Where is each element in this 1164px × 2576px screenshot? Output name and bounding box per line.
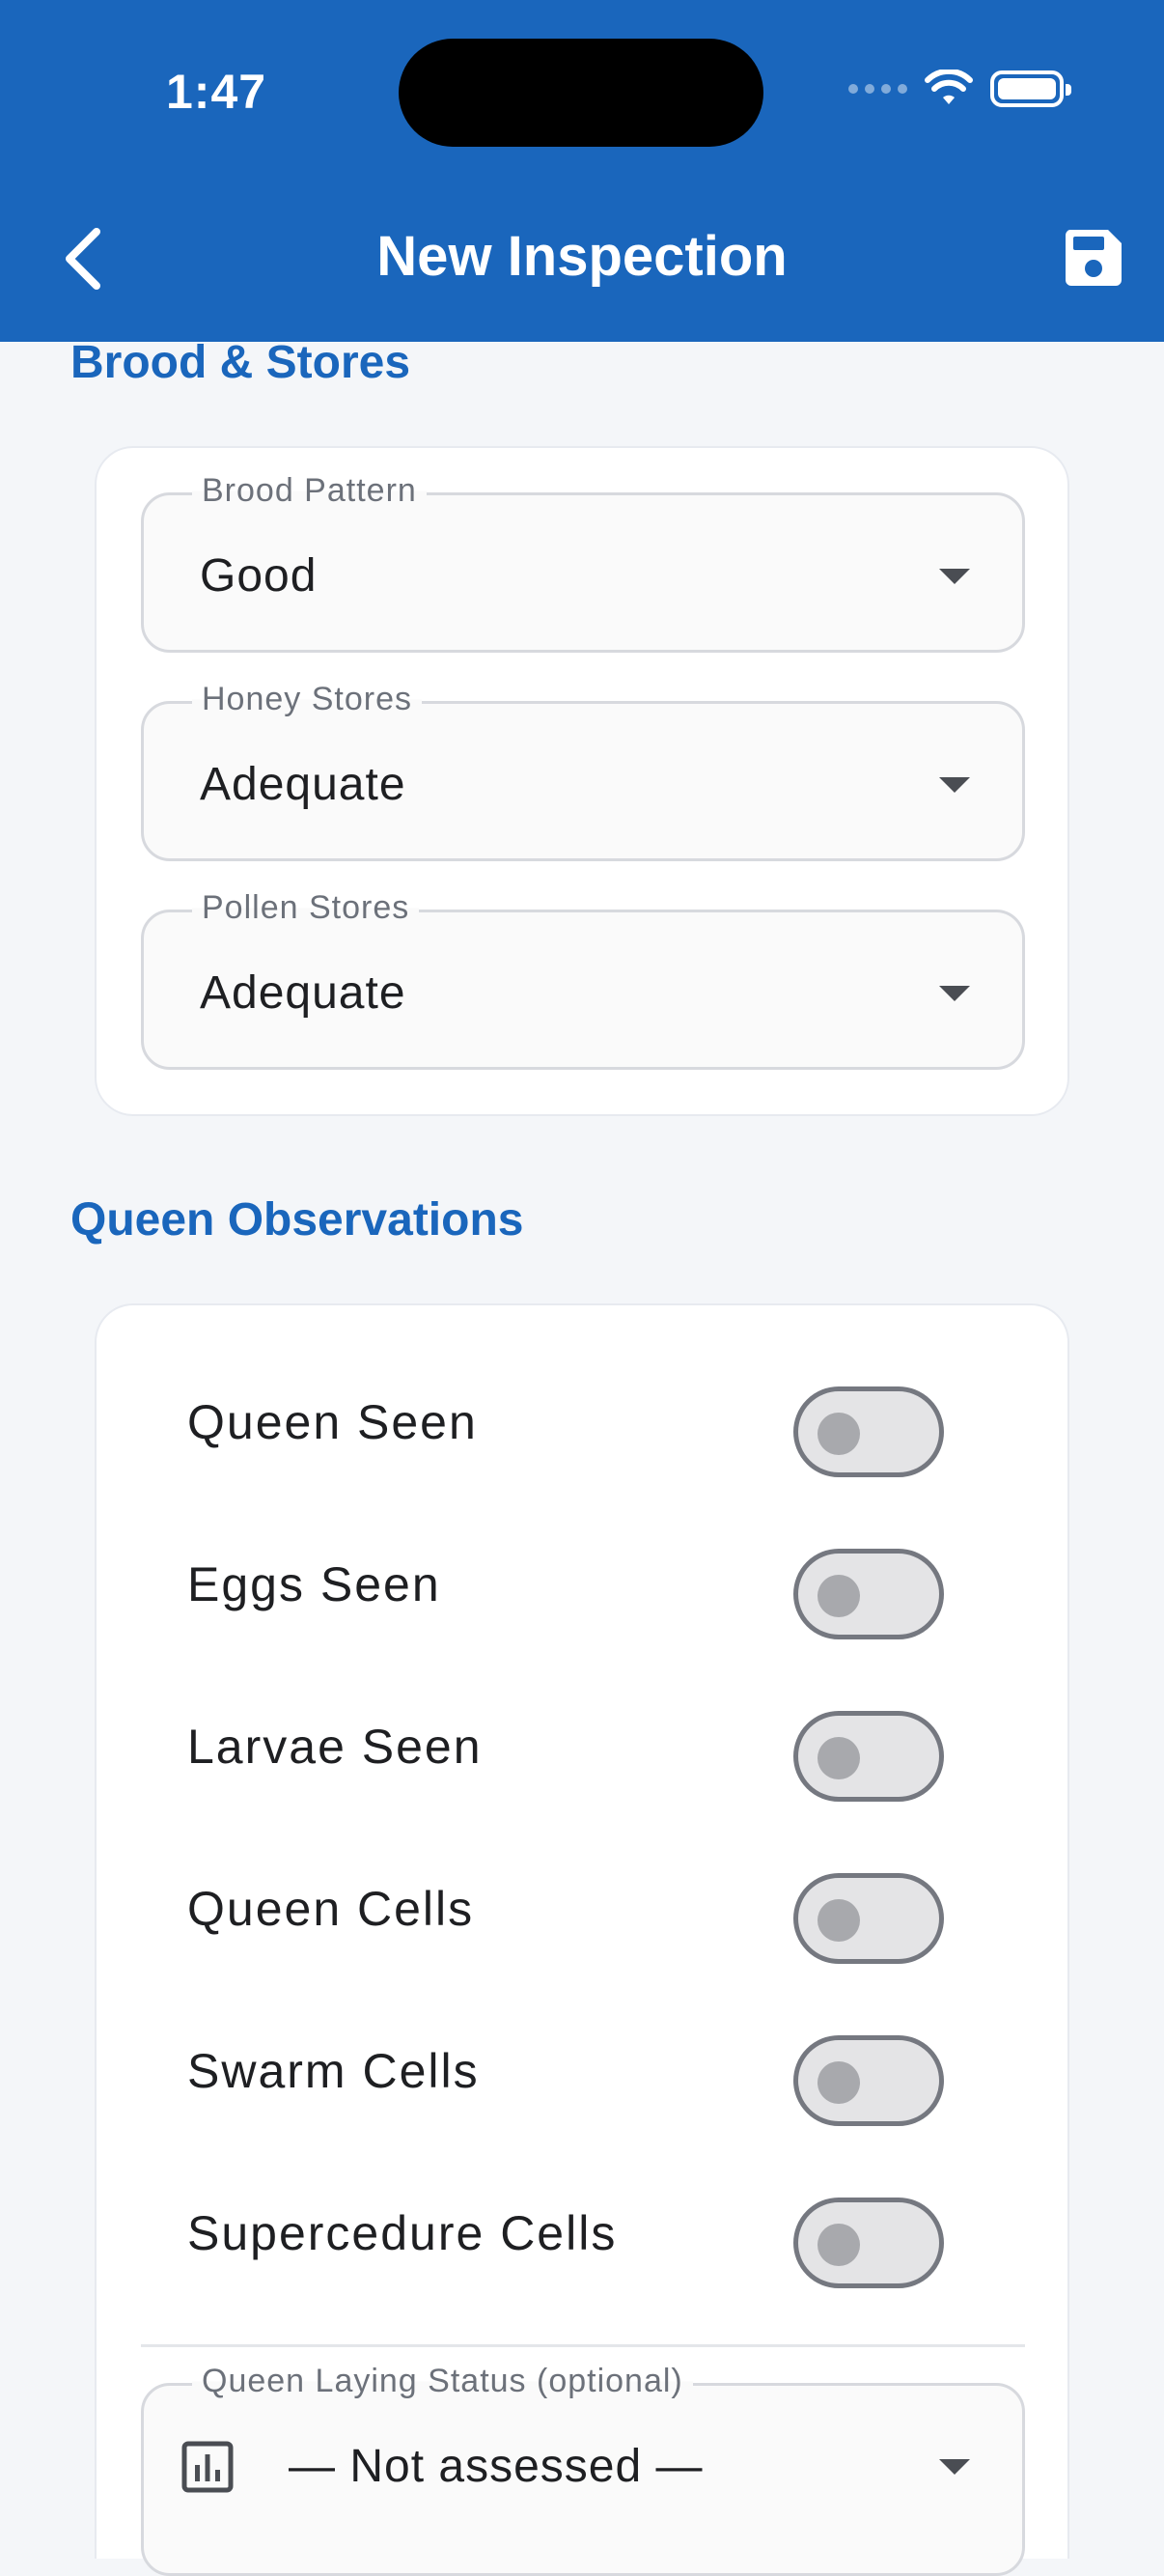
brood-card: Brood Pattern Good Honey Stores Adequate… [95, 446, 1069, 1116]
toggle-row-queen-cells: Queen Cells [97, 1852, 1071, 1968]
toggle-row-queen-seen: Queen Seen [97, 1365, 1071, 1481]
field-value: — Not assessed — [289, 2441, 704, 2492]
toggle-row-supercedure-cells: Supercedure Cells [97, 2176, 1071, 2292]
section-title-queen: Queen Observations [70, 1194, 524, 1246]
status-time: 1:47 [166, 65, 267, 119]
toggle-label: Eggs Seen [187, 1557, 441, 1611]
caret-down-icon [939, 2459, 970, 2475]
toggle-label: Supercedure Cells [187, 2206, 618, 2260]
caret-down-icon [939, 569, 970, 584]
switch-knob [818, 2224, 860, 2266]
larvae-seen-switch[interactable] [793, 1711, 944, 1802]
signal-icon [848, 84, 907, 94]
divider [141, 2344, 1025, 2347]
bar-chart-icon [181, 2441, 234, 2493]
queen-cells-switch[interactable] [793, 1873, 944, 1964]
toggle-label: Queen Cells [187, 1882, 475, 1936]
swarm-cells-switch[interactable] [793, 2035, 944, 2126]
toggle-row-swarm-cells: Swarm Cells [97, 2014, 1071, 2130]
dynamic-island [399, 39, 763, 147]
pollen-stores-select[interactable]: Pollen Stores Adequate [141, 889, 1025, 1070]
field-label: Brood Pattern [192, 472, 427, 510]
queen-laying-status-select[interactable]: Queen Laying Status (optional) — Not ass… [141, 2363, 1025, 2576]
toggle-row-eggs-seen: Eggs Seen [97, 1527, 1071, 1643]
toggle-label: Queen Seen [187, 1395, 478, 1449]
save-icon[interactable] [1064, 228, 1123, 288]
section-title-brood: Brood & Stores [70, 337, 411, 388]
toggle-label: Swarm Cells [187, 2044, 480, 2098]
field-label: Queen Laying Status (optional) [192, 2363, 693, 2400]
app-bar: 1:47 New Inspection [0, 0, 1164, 342]
eggs-seen-switch[interactable] [793, 1549, 944, 1639]
battery-icon [990, 70, 1071, 107]
switch-knob [818, 2061, 860, 2104]
switch-knob [818, 1575, 860, 1617]
wifi-icon [925, 70, 973, 104]
field-label: Honey Stores [192, 681, 422, 718]
field-label: Pollen Stores [192, 889, 420, 927]
queen-card: Queen Seen Eggs Seen Larvae Seen Queen C… [95, 1303, 1071, 2576]
toggle-label: Larvae Seen [187, 1720, 483, 1774]
field-value: Adequate [200, 759, 406, 810]
toggle-row-larvae-seen: Larvae Seen [97, 1690, 1071, 1806]
brood-pattern-select[interactable]: Brood Pattern Good [141, 472, 1025, 653]
caret-down-icon [939, 986, 970, 1001]
switch-knob [818, 1899, 860, 1942]
caret-down-icon [939, 777, 970, 793]
switch-knob [818, 1413, 860, 1455]
honey-stores-select[interactable]: Honey Stores Adequate [141, 681, 1025, 861]
supercedure-cells-switch[interactable] [793, 2198, 944, 2288]
queen-seen-switch[interactable] [793, 1386, 944, 1477]
field-value: Good [200, 550, 318, 602]
page-title: New Inspection [376, 225, 788, 288]
status-icons [848, 70, 1071, 108]
switch-knob [818, 1737, 860, 1779]
field-value: Adequate [200, 967, 406, 1019]
